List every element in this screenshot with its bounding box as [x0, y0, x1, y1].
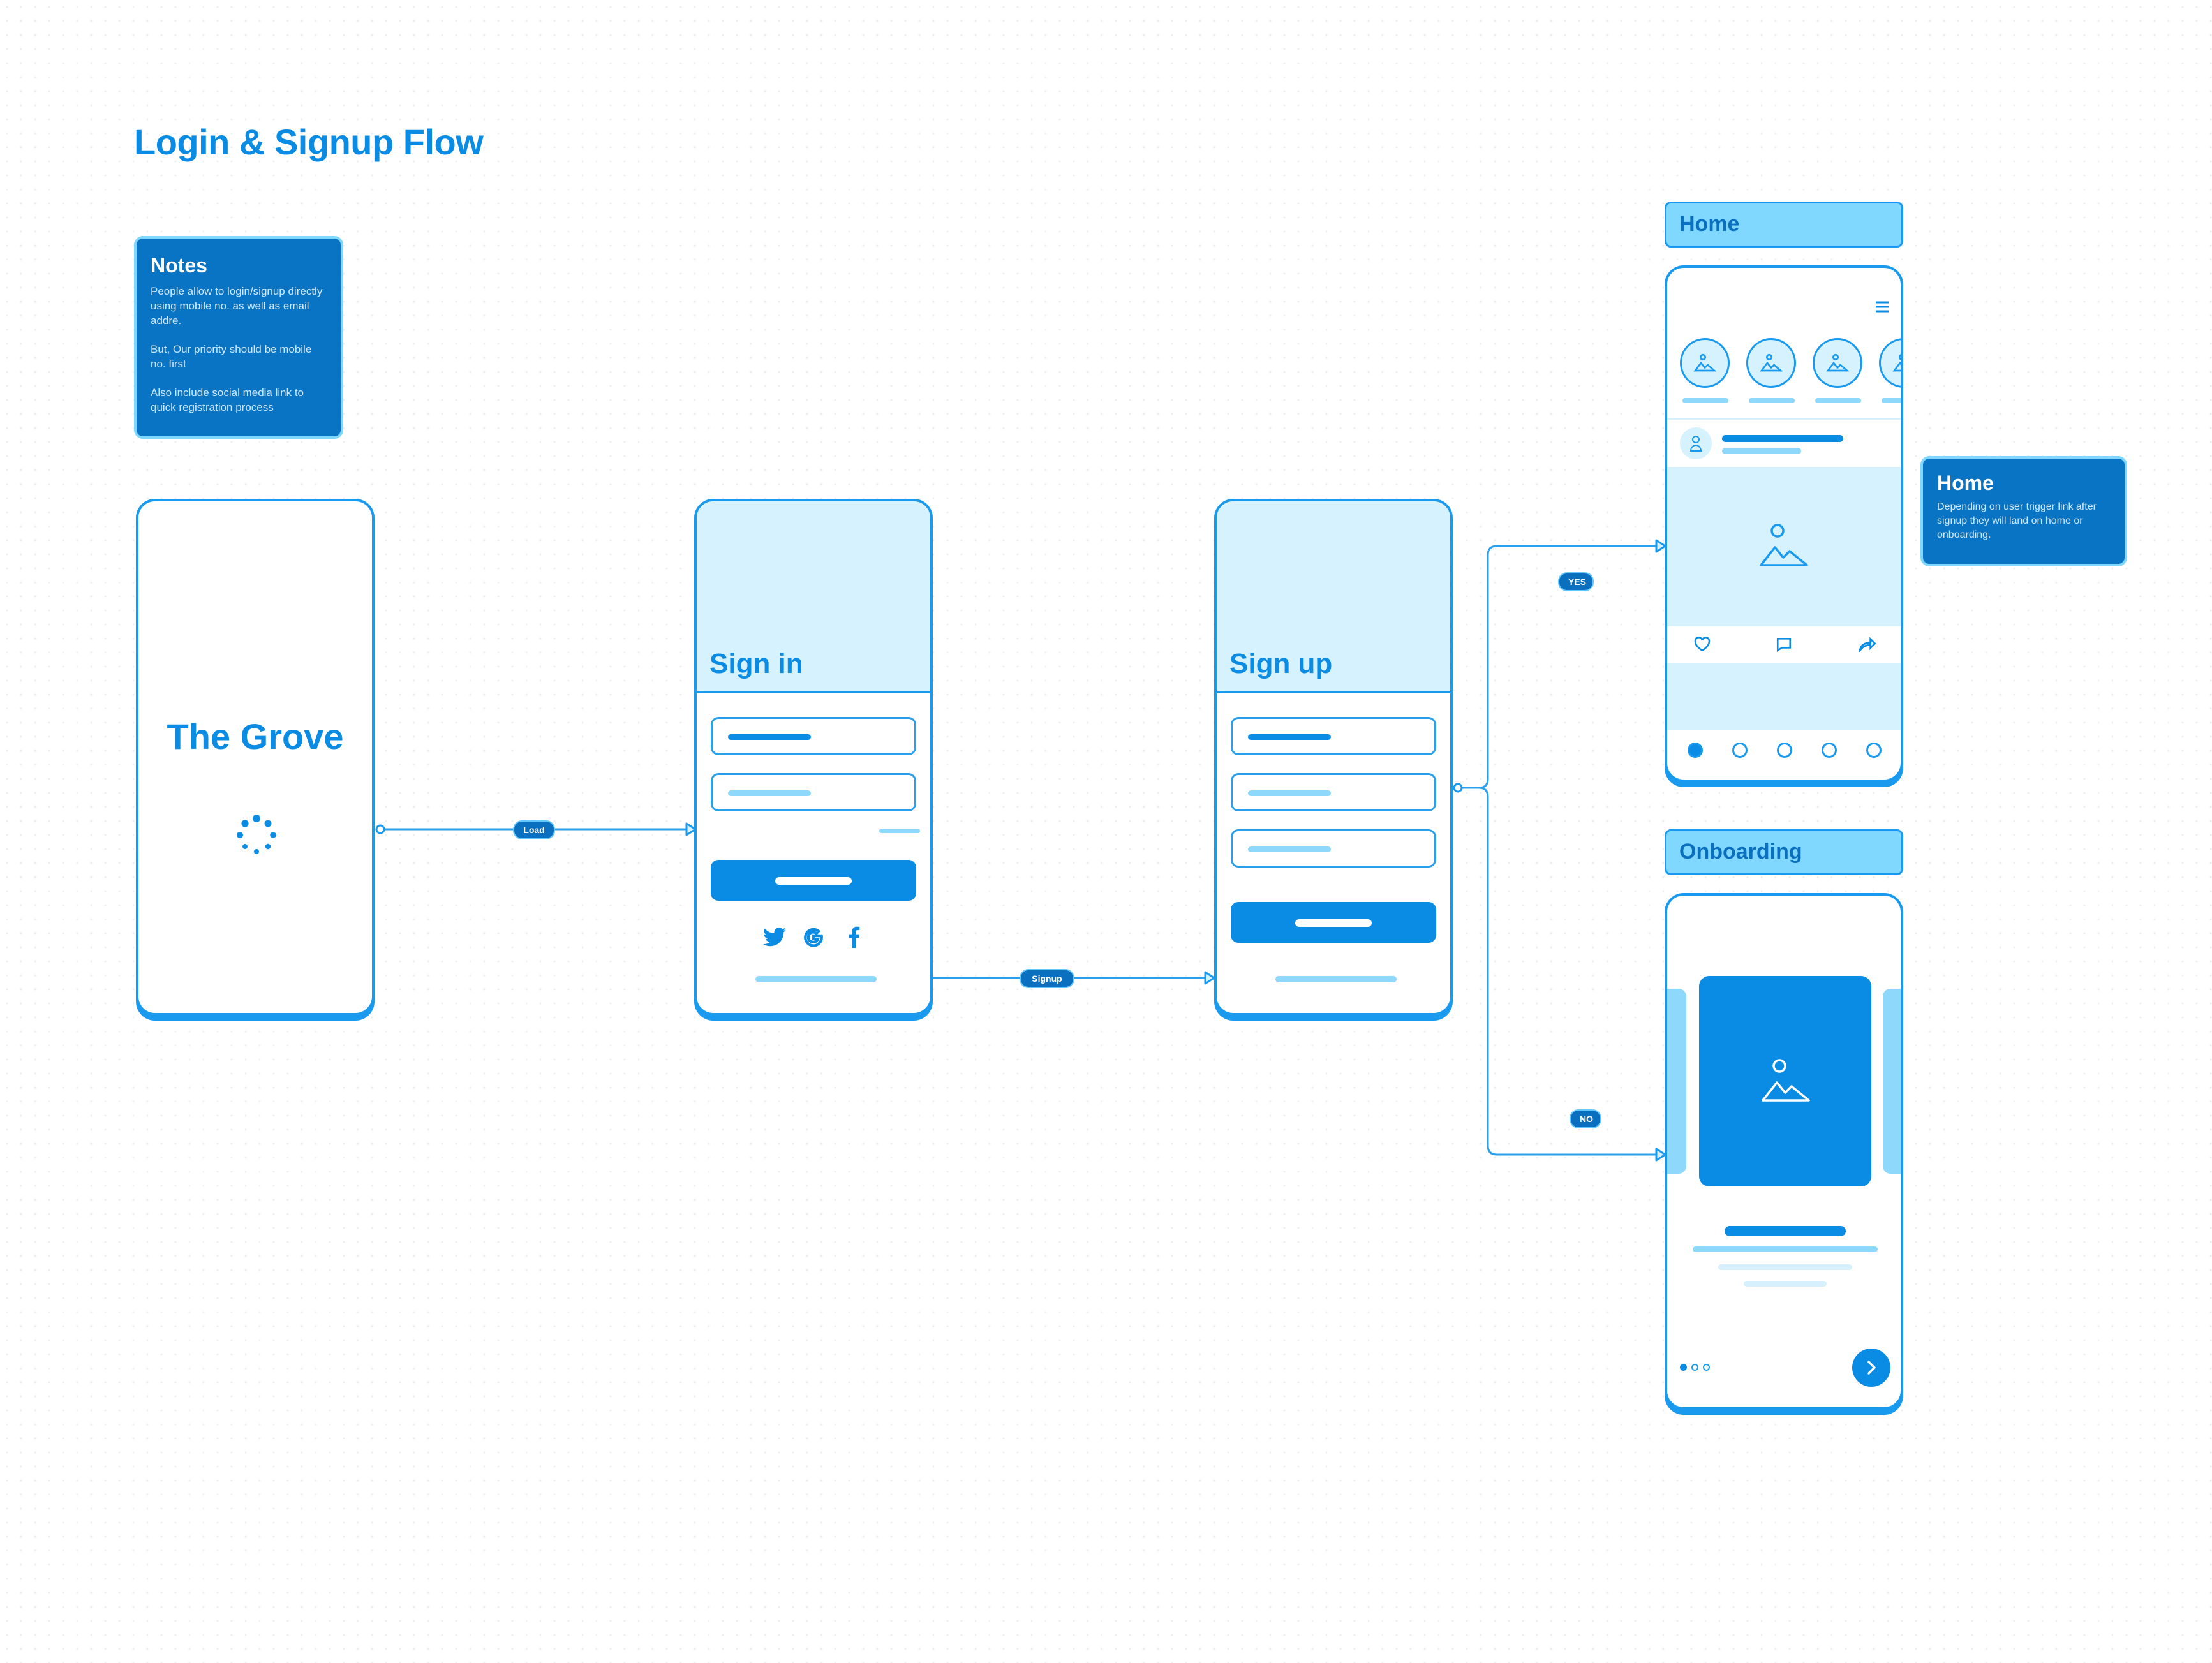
- story-caption: [1882, 398, 1901, 403]
- nav-tab[interactable]: [1822, 743, 1837, 758]
- page-indicator: [1691, 1364, 1698, 1371]
- story-caption: [1749, 398, 1795, 403]
- post-footer-area: [1667, 663, 1901, 730]
- connector-signup-label: Signup: [1020, 969, 1074, 988]
- connector-start-dot: [1453, 783, 1463, 793]
- home-screen-label: Home: [1665, 202, 1903, 248]
- user-icon: [1689, 436, 1702, 452]
- arrowhead: [1655, 1148, 1666, 1162]
- facebook-icon[interactable]: [847, 926, 860, 948]
- signup-header: Sign up: [1217, 501, 1450, 693]
- google-icon[interactable]: [803, 926, 824, 948]
- connector-no-line: [1458, 787, 1659, 1156]
- signin-screen: Sign in: [694, 499, 933, 1016]
- post-author-avatar: [1680, 427, 1712, 459]
- next-button[interactable]: [1852, 1349, 1890, 1387]
- onboarding-description: [1718, 1264, 1852, 1270]
- image-icon: [1762, 1059, 1810, 1102]
- loading-spinner-icon: [237, 815, 276, 854]
- like-icon[interactable]: [1694, 637, 1711, 652]
- nav-tab[interactable]: [1777, 743, 1792, 758]
- connector-start-dot: [375, 824, 385, 834]
- nav-tab[interactable]: [1732, 743, 1748, 758]
- onboarding-screen: [1665, 893, 1903, 1410]
- story-avatar[interactable]: [1879, 338, 1901, 388]
- signup-password-field[interactable]: [1231, 829, 1436, 868]
- story-avatar[interactable]: [1746, 338, 1796, 388]
- signin-email-field[interactable]: [711, 717, 916, 755]
- connector-load-label: Load: [513, 820, 555, 839]
- onboarding-illustration: [1699, 976, 1871, 1186]
- signup-screen: Sign up: [1214, 499, 1453, 1016]
- onboarding-description: [1744, 1281, 1827, 1287]
- signin-header: Sign in: [697, 501, 930, 693]
- home-screen: [1665, 265, 1903, 782]
- nav-tab-home[interactable]: [1688, 743, 1703, 758]
- carousel-prev-card: [1667, 989, 1686, 1174]
- signup-button[interactable]: [1231, 902, 1436, 943]
- app-name: The Grove: [167, 716, 344, 757]
- divider: [1667, 418, 1901, 420]
- menu-icon[interactable]: [1875, 301, 1889, 313]
- signin-link[interactable]: [1275, 976, 1397, 982]
- onboarding-subtitle: [1693, 1246, 1878, 1252]
- signup-link[interactable]: [755, 976, 877, 982]
- arrowhead: [1655, 539, 1666, 553]
- nav-tab[interactable]: [1866, 743, 1882, 758]
- story-avatar[interactable]: [1813, 338, 1862, 388]
- forgot-password-link[interactable]: [879, 829, 920, 833]
- page-indicator-active: [1680, 1364, 1687, 1371]
- story-caption: [1682, 398, 1728, 403]
- post-author-meta: [1722, 448, 1801, 454]
- story-avatar[interactable]: [1680, 338, 1730, 388]
- connector-yes-label: YES: [1558, 572, 1594, 591]
- comment-icon[interactable]: [1776, 637, 1792, 652]
- carousel-next-card: [1883, 989, 1901, 1174]
- signup-title: Sign up: [1229, 648, 1333, 679]
- onboarding-screen-label: Onboarding: [1665, 829, 1903, 875]
- signup-email-field[interactable]: [1231, 773, 1436, 811]
- share-icon[interactable]: [1859, 637, 1876, 652]
- onboarding-heading: [1725, 1226, 1846, 1236]
- twitter-icon[interactable]: [763, 928, 786, 947]
- post-author-name: [1722, 435, 1843, 442]
- signin-button[interactable]: [711, 860, 916, 901]
- page-indicator: [1703, 1364, 1710, 1371]
- post-image: [1667, 467, 1901, 626]
- signup-name-field[interactable]: [1231, 717, 1436, 755]
- image-icon: [1760, 524, 1808, 566]
- chevron-right-icon: [1867, 1361, 1876, 1375]
- signin-password-field[interactable]: [711, 773, 916, 811]
- connector-no-label: NO: [1570, 1109, 1601, 1128]
- signin-title: Sign in: [709, 648, 803, 679]
- story-caption: [1815, 398, 1861, 403]
- arrowhead: [1204, 971, 1215, 985]
- splash-screen: The Grove: [136, 499, 375, 1016]
